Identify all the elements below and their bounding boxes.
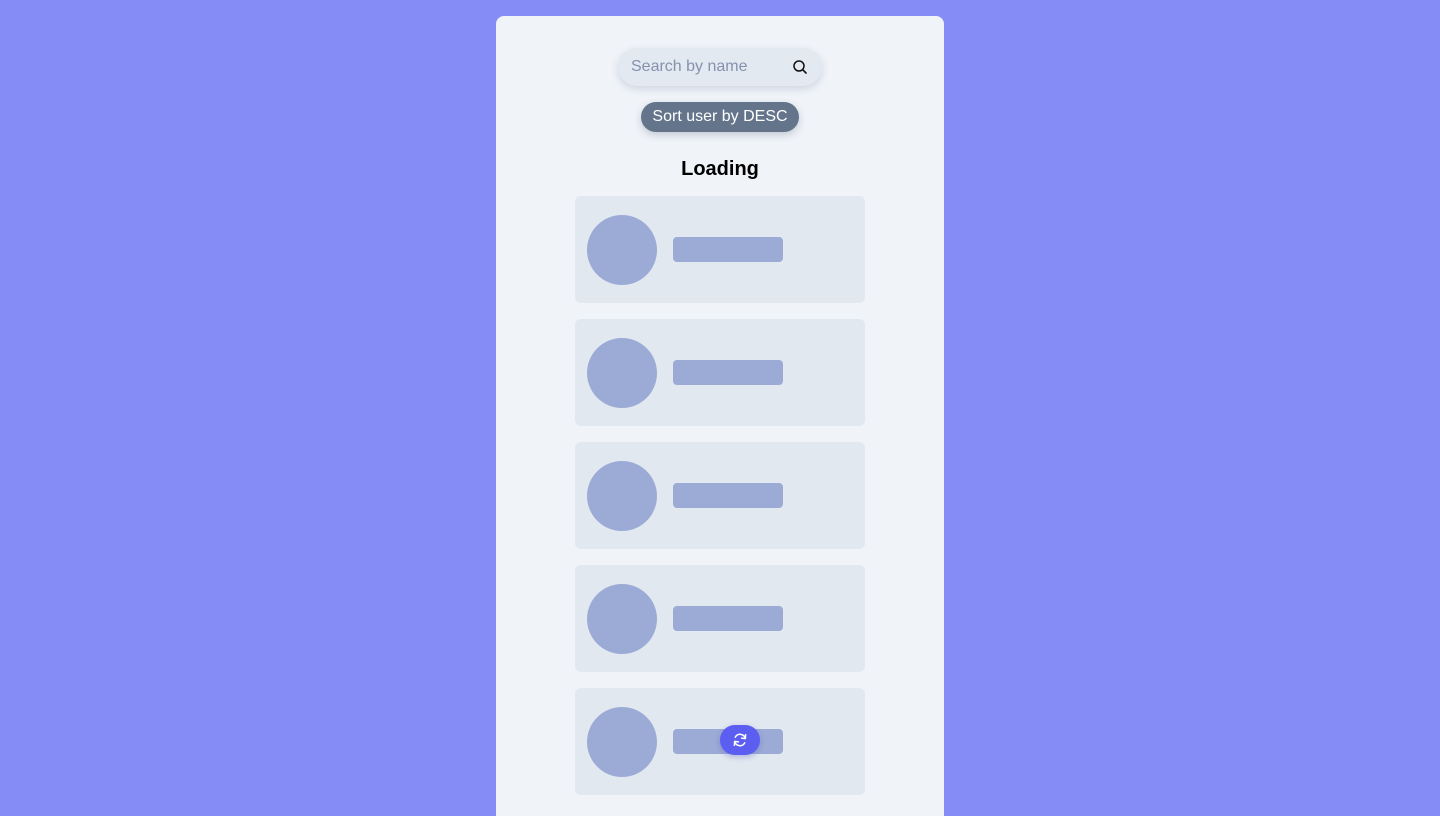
search-input[interactable] <box>631 58 781 76</box>
skeleton-card <box>575 319 865 426</box>
users-panel: Sort user by DESC Loading <box>496 16 944 816</box>
skeleton-avatar <box>587 461 657 531</box>
refresh-button[interactable] <box>720 725 760 755</box>
skeleton-name <box>673 360 783 385</box>
skeleton-avatar <box>587 584 657 654</box>
skeleton-card <box>575 196 865 303</box>
skeleton-avatar <box>587 215 657 285</box>
search-box[interactable] <box>618 48 822 86</box>
user-list <box>575 196 865 811</box>
search-icon[interactable] <box>792 59 808 75</box>
skeleton-card <box>575 442 865 549</box>
skeleton-name <box>673 606 783 631</box>
loading-title: Loading <box>681 158 759 180</box>
skeleton-name <box>673 483 783 508</box>
skeleton-name <box>673 237 783 262</box>
sort-button[interactable]: Sort user by DESC <box>641 102 799 132</box>
skeleton-avatar <box>587 707 657 777</box>
skeleton-avatar <box>587 338 657 408</box>
refresh-icon <box>733 733 747 747</box>
skeleton-card <box>575 565 865 672</box>
